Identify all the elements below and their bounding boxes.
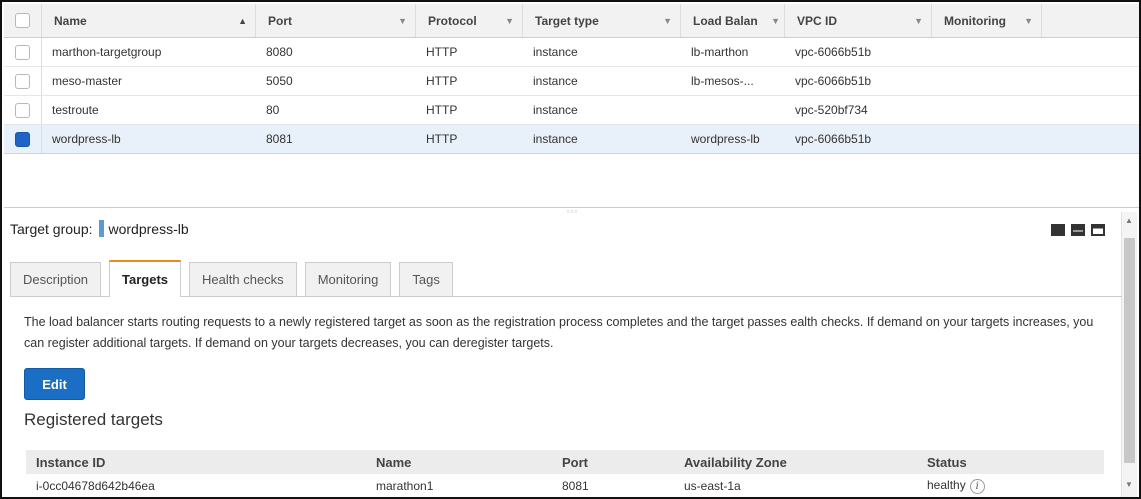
row-protocol: HTTP xyxy=(426,132,458,146)
row-port: 8081 xyxy=(266,132,293,146)
registered-targets-heading: Registered targets xyxy=(24,410,163,429)
row-load-balancer: wordpress-lb xyxy=(691,132,760,146)
row-load-balancer xyxy=(681,96,785,124)
row-vpc-id: vpc-6066b51b xyxy=(795,74,872,88)
layout-minimize-icon[interactable] xyxy=(1091,224,1105,236)
table-row[interactable]: meso-master 5050 HTTP instance lb-mesos-… xyxy=(4,67,1139,96)
layout-split-icon[interactable] xyxy=(1071,224,1085,236)
row-protocol: HTTP xyxy=(426,103,458,117)
targets-description: The load balancer starts routing request… xyxy=(24,315,1094,350)
tab-description[interactable]: Description xyxy=(10,262,102,296)
row-target-type: instance xyxy=(533,132,578,146)
edit-button[interactable]: Edit xyxy=(24,368,85,400)
details-tabs: Description Targets Health checks Monito… xyxy=(10,259,1122,297)
column-header-availability-zone[interactable]: Availability Zone xyxy=(674,455,917,470)
scrollbar-thumb[interactable] xyxy=(1124,238,1135,463)
column-header-instance-id[interactable]: Instance ID xyxy=(26,455,366,470)
target-group-color-marker xyxy=(98,220,104,237)
row-port: 5050 xyxy=(266,74,293,88)
column-header-protocol[interactable]: Protocol ▼ xyxy=(416,4,523,37)
row-protocol: HTTP xyxy=(426,74,458,88)
table-row[interactable]: testroute 80 HTTP instance vpc-520bf734 xyxy=(4,96,1139,125)
sort-desc-icon[interactable]: ▼ xyxy=(914,16,923,26)
registered-targets-table: Instance ID Name Port Availability Zone … xyxy=(26,450,1104,497)
row-checkbox[interactable] xyxy=(4,38,42,66)
target-groups-grid: Name ▲ Port ▼ Protocol ▼ Target type ▼ Load … xyxy=(4,4,1139,209)
column-header-port[interactable]: Port xyxy=(552,455,674,470)
row-vpc-id: vpc-6066b51b xyxy=(795,45,872,59)
column-header-monitoring[interactable]: Monitoring ▼ xyxy=(932,4,1042,37)
sort-desc-icon[interactable]: ▼ xyxy=(505,16,514,26)
row-checkbox[interactable] xyxy=(4,67,42,95)
column-header-port[interactable]: Port ▼ xyxy=(256,4,416,37)
row-target-type: instance xyxy=(533,103,578,117)
checkbox-icon xyxy=(15,44,30,60)
column-header-name[interactable]: Name ▲ xyxy=(42,4,256,37)
target-name: marathon1 xyxy=(376,479,434,493)
grid-header: Name ▲ Port ▼ Protocol ▼ Target type ▼ Load … xyxy=(4,4,1139,38)
sort-asc-icon[interactable]: ▲ xyxy=(238,16,247,26)
tab-monitoring[interactable]: Monitoring xyxy=(304,262,392,296)
table-row-selected[interactable]: wordpress-lb 8081 HTTP instance wordpres… xyxy=(4,125,1139,154)
row-protocol: HTTP xyxy=(426,45,458,59)
instance-id-link[interactable]: i-0cc04678d642b46ea xyxy=(26,479,366,493)
row-vpc-id: vpc-520bf734 xyxy=(795,103,868,117)
grip-icon: ▫▫▫ xyxy=(566,207,579,216)
row-load-balancer: lb-mesos-... xyxy=(691,74,754,88)
row-port: 8080 xyxy=(266,45,293,59)
details-scrollbar[interactable]: ▲ ▼ xyxy=(1121,212,1137,497)
app-frame: Name ▲ Port ▼ Protocol ▼ Target type ▼ Load … xyxy=(0,0,1141,499)
row-name: marthon-targetgroup xyxy=(52,45,162,59)
scroll-down-icon[interactable]: ▼ xyxy=(1125,480,1133,489)
panel-layout-buttons xyxy=(1051,224,1105,236)
row-name: meso-master xyxy=(52,74,123,88)
info-icon[interactable]: i xyxy=(969,479,985,494)
target-zone: us-east-1a xyxy=(684,479,741,493)
row-port: 80 xyxy=(266,103,280,117)
checkbox-checked-icon xyxy=(15,131,30,147)
table-row: i-0cc04678d642b46ea marathon1 8081 us-ea… xyxy=(26,474,1104,497)
sort-desc-icon[interactable]: ▼ xyxy=(1024,16,1033,26)
scroll-up-icon[interactable]: ▲ xyxy=(1125,216,1133,225)
tab-targets[interactable]: Targets xyxy=(109,260,182,297)
panel-resize-handle[interactable]: ▫▫▫ xyxy=(4,207,1139,217)
status-text: healthy xyxy=(927,478,966,492)
select-all-checkbox[interactable] xyxy=(4,4,42,37)
sort-desc-icon[interactable]: ▼ xyxy=(663,16,672,26)
row-load-balancer: lb-marthon xyxy=(691,45,749,59)
row-checkbox[interactable] xyxy=(4,96,42,124)
checkbox-icon xyxy=(15,102,30,118)
row-vpc-id: vpc-6066b51b xyxy=(795,132,872,146)
tab-tags[interactable]: Tags xyxy=(399,262,453,296)
target-group-title: Target group: wordpress-lb xyxy=(10,220,189,237)
column-header-vpc-id[interactable]: VPC ID ▼ xyxy=(785,4,932,37)
column-header-load-balancer[interactable]: Load Balan ▼ xyxy=(681,4,785,37)
table-row[interactable]: marthon-targetgroup 8080 HTTP instance l… xyxy=(4,38,1139,67)
column-header-target-type[interactable]: Target type ▼ xyxy=(523,4,681,37)
layout-full-icon[interactable] xyxy=(1051,224,1065,236)
row-target-type: instance xyxy=(533,45,578,59)
target-port: 8081 xyxy=(562,479,589,493)
target-group-name: wordpress-lb xyxy=(108,220,189,237)
sort-desc-icon[interactable]: ▼ xyxy=(398,16,407,26)
row-checkbox[interactable] xyxy=(4,125,42,153)
target-status: healthy i xyxy=(917,478,1104,494)
target-group-label: Target group: xyxy=(10,220,93,237)
registered-targets-header: Instance ID Name Port Availability Zone … xyxy=(26,450,1104,474)
row-name: wordpress-lb xyxy=(52,132,121,146)
row-target-type: instance xyxy=(533,74,578,88)
sort-desc-icon[interactable]: ▼ xyxy=(771,16,780,26)
column-header-name[interactable]: Name xyxy=(366,455,552,470)
checkbox-icon xyxy=(15,13,30,28)
row-name: testroute xyxy=(52,103,99,117)
column-header-status[interactable]: Status xyxy=(917,455,1104,470)
tab-health-checks[interactable]: Health checks xyxy=(189,262,297,296)
checkbox-icon xyxy=(15,73,30,89)
